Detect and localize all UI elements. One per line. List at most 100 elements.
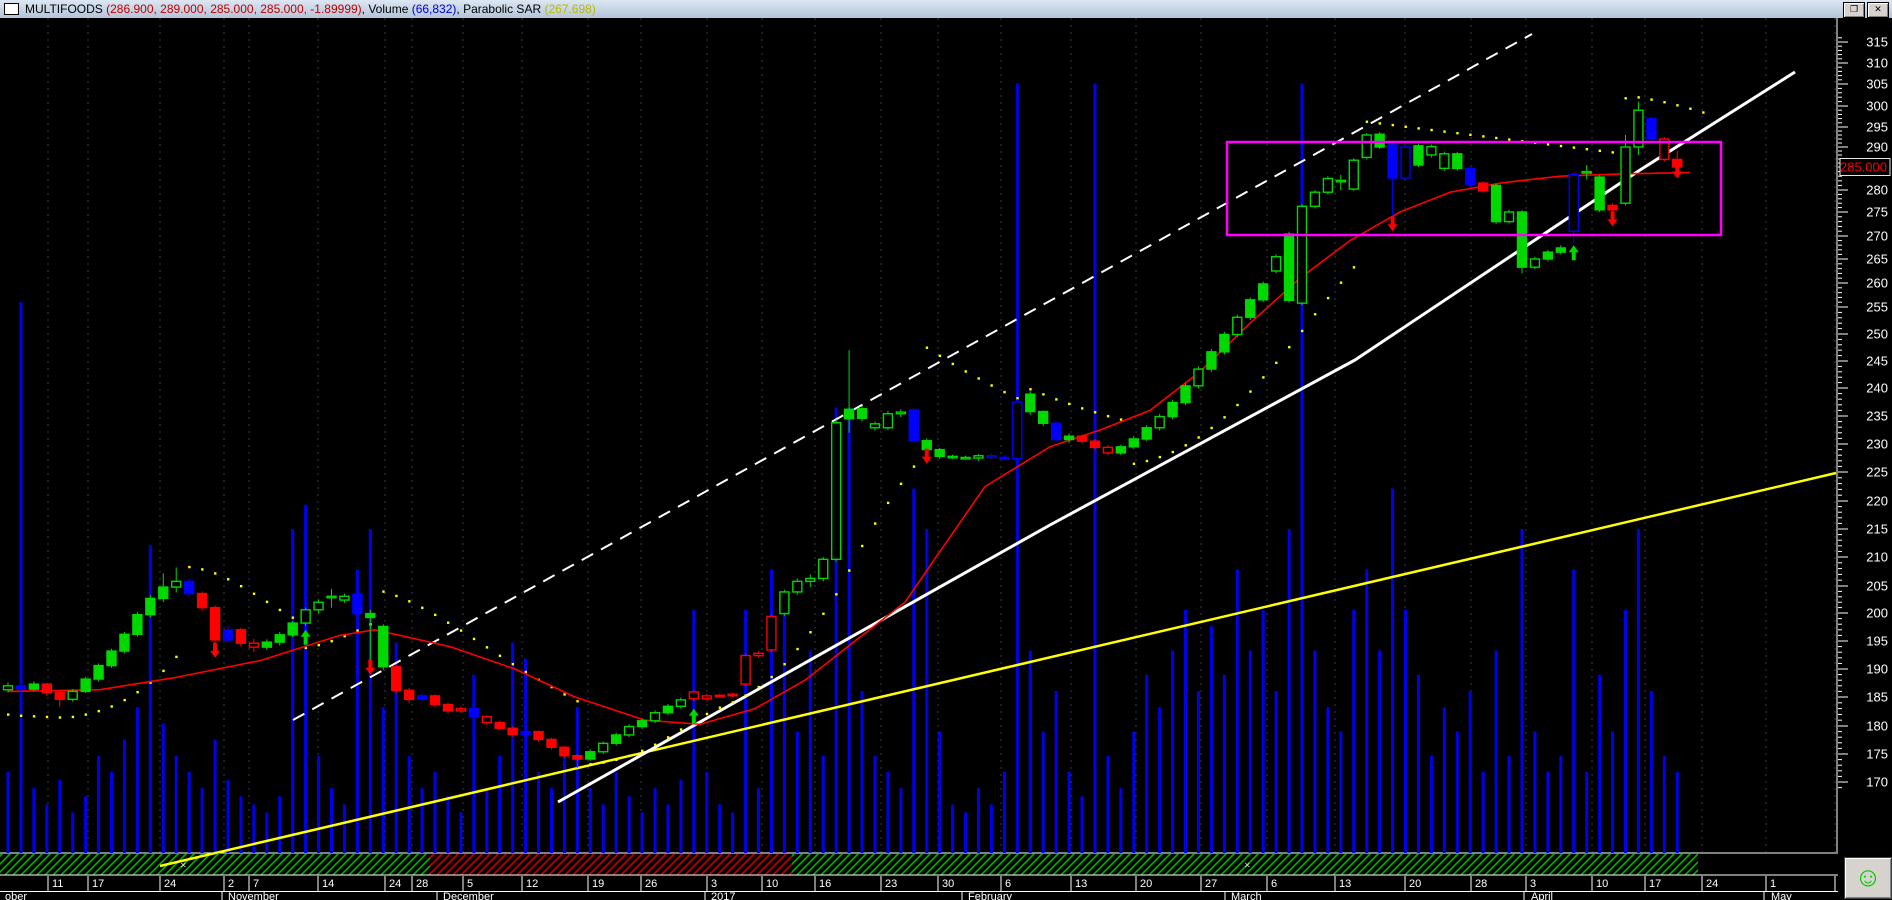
candle-body <box>1128 438 1139 448</box>
volume-bar <box>1209 626 1213 853</box>
date-tick-label: 16 <box>819 878 831 890</box>
candle-body <box>119 633 130 652</box>
volume-bar <box>653 788 657 853</box>
sar-dot <box>1326 296 1330 300</box>
volume-bar <box>640 812 644 853</box>
candle-body <box>1012 401 1023 460</box>
sar-dot <box>964 370 967 373</box>
candle-body <box>442 703 454 712</box>
candle-body <box>1232 316 1243 336</box>
volume-bar <box>265 812 269 853</box>
volume-bar <box>187 772 191 853</box>
volume-bar <box>1158 707 1162 853</box>
candle-body <box>2 685 14 691</box>
sar-dot <box>861 544 864 548</box>
sar-dot <box>718 706 722 709</box>
volume-bar <box>705 772 709 853</box>
candle-body <box>895 411 907 415</box>
volume-bar <box>938 731 942 853</box>
volume-bar <box>1572 569 1576 853</box>
date-tick-label: 19 <box>592 878 604 890</box>
candle-body <box>1025 393 1036 413</box>
volume-bar <box>757 788 761 853</box>
candle-body <box>1465 167 1476 186</box>
sar-dot <box>97 709 100 713</box>
volume-bar <box>1274 691 1278 853</box>
volume-bar <box>912 488 916 853</box>
candle-body <box>54 691 65 701</box>
volume-bar <box>511 642 515 853</box>
volume-bar <box>1222 674 1226 853</box>
candle-body <box>1387 144 1398 179</box>
sar-dot <box>977 377 980 380</box>
volume-bar <box>1067 772 1071 853</box>
smiley-indicator-button[interactable]: ☺ <box>1844 857 1892 899</box>
candle-body <box>1503 211 1515 223</box>
candle-body <box>481 716 492 724</box>
price-axis-label: 270 <box>1866 229 1888 244</box>
date-tick-label: 28 <box>1475 878 1487 890</box>
candle-body <box>766 615 777 651</box>
sar-dot <box>951 362 955 366</box>
sar-dot <box>990 384 993 387</box>
candle-body <box>313 601 324 611</box>
volume-bar <box>1339 731 1343 853</box>
volume-bar <box>252 804 256 853</box>
volume-bar <box>459 812 463 853</box>
date-tick-label: 17 <box>1649 878 1661 890</box>
price-axis-label: 190 <box>1866 662 1888 677</box>
candle-body <box>559 746 570 757</box>
candle-body <box>326 595 337 599</box>
sar-dot <box>873 522 877 525</box>
date-tick-label: 13 <box>1075 878 1087 890</box>
volume-bar <box>71 812 75 853</box>
volume-bar <box>278 796 282 853</box>
sar-dot <box>1288 345 1291 349</box>
volume-bar <box>291 529 295 853</box>
price-axis-label: 210 <box>1866 550 1888 565</box>
date-tick-label: 27 <box>1205 878 1217 890</box>
sar-dot <box>1702 111 1705 114</box>
volume-bar <box>32 788 36 853</box>
price-axis-label: 265 <box>1866 252 1888 267</box>
candle-body <box>701 695 712 700</box>
sar-dot <box>1132 462 1136 465</box>
candle-body <box>662 705 674 714</box>
price-axis-label: 215 <box>1866 522 1888 537</box>
candle-body <box>1426 145 1437 156</box>
date-tick-label: 1 <box>1770 878 1776 890</box>
candle-body <box>171 580 182 588</box>
date-tick-label: 2 <box>228 878 234 890</box>
candle-body <box>455 707 467 712</box>
sar-dot <box>278 608 282 612</box>
candle-body <box>1283 233 1295 301</box>
volume-bar <box>1132 731 1136 853</box>
candle-body <box>623 725 635 736</box>
volume-bar <box>588 788 592 853</box>
candle-body <box>248 642 260 648</box>
sar-dot <box>1210 426 1213 430</box>
volume-bar <box>1171 650 1175 853</box>
sar-dot <box>1482 135 1485 138</box>
sar-dot <box>641 749 644 753</box>
sar-dot <box>705 712 709 716</box>
price-chart-canvas[interactable]: ✕ ✕11 17 24 2 7 14 24 28 5 12 19 26 3 10 16 23 30 6 13 20 27 6… <box>0 0 1892 900</box>
candle-body <box>1477 182 1489 192</box>
volume-bar <box>769 569 773 853</box>
sar-dot <box>123 698 126 702</box>
sar-dot <box>136 690 139 694</box>
candle-body <box>300 609 311 624</box>
volume-bar <box>1442 707 1446 853</box>
sar-dot <box>1611 151 1614 154</box>
candle-body <box>779 591 790 615</box>
volume-bar <box>1106 755 1110 853</box>
date-tick-label: 6 <box>1271 878 1277 890</box>
volume-bar <box>1300 83 1304 853</box>
sar-dot <box>1236 403 1239 407</box>
volume-bar <box>860 691 864 853</box>
price-axis-label: 170 <box>1866 775 1888 790</box>
volume-bar <box>808 650 812 853</box>
volume-bar <box>174 755 178 853</box>
sar-dot <box>1637 96 1640 99</box>
candle-body <box>934 448 945 458</box>
